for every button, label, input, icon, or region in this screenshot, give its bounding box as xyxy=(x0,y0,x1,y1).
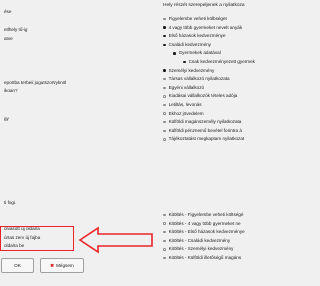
radio-unselected-icon[interactable] xyxy=(163,77,166,81)
radio-option[interactable]: Kitöltés - 4 vagy több gyermeket ne xyxy=(163,221,241,227)
radio-option[interactable]: Társas vállalkozó nyilatkozata xyxy=(163,76,230,82)
radio-option-label: Kiadásai vállalkozók tételes adója xyxy=(168,93,238,99)
radio-option[interactable]: Tájékoztatást megkaptam nyilatkozat xyxy=(163,136,244,142)
radio-option[interactable]: Külföldi pénznemű bevétel forintra á xyxy=(163,128,242,134)
radio-unselected-icon[interactable] xyxy=(163,222,166,225)
radio-option[interactable]: Figyelembe veheti kölbséget xyxy=(163,16,227,22)
radio-option[interactable]: Kitöltés - Első házasok kedvezménye xyxy=(163,229,245,235)
radio-option-label: Kitöltés - Személyi kedvezmény xyxy=(168,246,234,252)
radio-option-label: Külföldi magánszemély nyilatkozata xyxy=(168,119,242,125)
radio-option[interactable]: Kitöltés - Személyi kedvezmény xyxy=(163,246,233,252)
radio-option-label: Kitöltés - Külföldi illetőségű magáns xyxy=(168,255,242,260)
radio-option-label: Figyelembe veheti kölbséget xyxy=(168,16,227,21)
radio-unselected-icon[interactable] xyxy=(163,138,166,141)
radio-option-label: Kitöltés - Családi kedvezmény xyxy=(168,237,231,243)
cancel-button[interactable]: ✖ Mégsem xyxy=(40,258,84,273)
cancel-label: Mégsem xyxy=(56,263,74,268)
radio-option-label: Társas vállalkozó nyilatkozata xyxy=(168,76,230,82)
radio-unselected-icon[interactable] xyxy=(163,256,166,260)
right-panel-title: Hely részét szerepeljenek a nyilatkoza xyxy=(163,3,245,8)
radio-option-label: Kitöltés - 4 vagy több gyermeket ne xyxy=(168,220,241,226)
radio-option-label: Külföldi pénznemű bevétel forintra á xyxy=(168,127,242,133)
ok-label: OK xyxy=(14,263,21,268)
radio-selected-icon[interactable] xyxy=(163,69,166,72)
x-icon: ✖ xyxy=(50,262,55,268)
radio-unselected-icon[interactable] xyxy=(163,112,166,115)
left-short-label: gy xyxy=(4,116,9,121)
radio-option-label: 4 vagy több gyermeket nevelt anyák xyxy=(168,24,243,30)
left-text-line: etlhely tű-ig xyxy=(4,27,28,32)
radio-option[interactable]: Külföldi magánszemély nyilatkozata xyxy=(163,119,241,125)
radio-option[interactable]: Egyéni vállalkozó xyxy=(163,85,204,91)
left-fogi-label: ti fogi. xyxy=(4,200,17,205)
radio-option[interactable]: Ekhoz jövedelem xyxy=(163,111,204,117)
radio-option[interactable]: Kitöltés - Figyelembe veheti költségé xyxy=(163,212,243,218)
ok-button[interactable]: OK xyxy=(1,258,34,273)
radio-option-label: Ekhoz jövedelem xyxy=(168,110,204,116)
radio-option-label: Személyi kedvezmény xyxy=(168,67,215,73)
radio-option[interactable]: Kitöltés - Külföldi illetőségű magáns xyxy=(163,255,241,261)
radio-option[interactable]: Csak kedvezményezett gyermek xyxy=(183,59,255,65)
radio-unselected-icon[interactable] xyxy=(163,248,166,251)
radio-selected-icon[interactable] xyxy=(183,60,186,64)
left-question-line: eportba terbeii jogutszorv̈yknöl xyxy=(4,80,67,85)
radio-option-label: Tájékoztatást megkaptam nyilatkozat xyxy=(168,136,245,142)
arrow-left-icon xyxy=(78,226,153,254)
left-question-line: ikoan? xyxy=(4,88,18,93)
radio-unselected-icon[interactable] xyxy=(163,230,166,234)
radio-unselected-icon[interactable] xyxy=(163,120,166,124)
radio-unselected-icon[interactable] xyxy=(163,86,166,90)
radio-selected-icon[interactable] xyxy=(163,26,166,29)
radio-selected-icon[interactable] xyxy=(173,52,176,55)
radio-option-label: Családi kedvezmény xyxy=(168,41,211,47)
radio-option-label: Kitöltés - Első házasok kedvezménye xyxy=(168,229,245,235)
radio-selected-icon[interactable] xyxy=(163,43,166,47)
radio-option[interactable]: Családi kedvezmény xyxy=(163,42,211,48)
left-text-line: atve xyxy=(4,36,13,41)
radio-option-label: Csak kedvezményezett gyermek xyxy=(188,59,255,64)
radio-option-label: Első házasok kedvezménye xyxy=(168,33,226,39)
radio-option[interactable]: Kiadásai vállalkozók tételes adója xyxy=(163,93,237,99)
radio-option[interactable]: 4 vagy több gyermeket nevelt anyák xyxy=(163,25,242,31)
radio-option[interactable]: Első házasok kedvezménye xyxy=(163,33,226,39)
radio-option-label: Letiltás, levonás xyxy=(168,102,202,107)
radio-selected-icon[interactable] xyxy=(163,34,166,38)
radio-unselected-icon[interactable] xyxy=(163,103,166,107)
radio-option-label: Egyéni vállalkozó xyxy=(168,84,205,90)
radio-option-label: Gyermekek adatával xyxy=(178,50,221,56)
radio-unselected-icon[interactable] xyxy=(163,129,166,133)
left-text-line: ése xyxy=(4,9,12,14)
radio-unselected-icon[interactable] xyxy=(163,17,166,21)
radio-option[interactable]: Gyermekek adatával xyxy=(173,50,221,56)
radio-option-label: Kitöltés - Figyelembe veheti költségé xyxy=(168,212,244,217)
radio-unselected-icon[interactable] xyxy=(163,213,166,217)
radio-option[interactable]: Személyi kedvezmény xyxy=(163,68,214,74)
highlight-box xyxy=(0,226,74,251)
radio-option[interactable]: Letiltás, levonás xyxy=(163,102,202,108)
radio-option[interactable]: Kitöltés - Családi kedvezmény xyxy=(163,238,230,244)
radio-unselected-icon[interactable] xyxy=(163,95,166,98)
radio-unselected-icon[interactable] xyxy=(163,239,166,243)
